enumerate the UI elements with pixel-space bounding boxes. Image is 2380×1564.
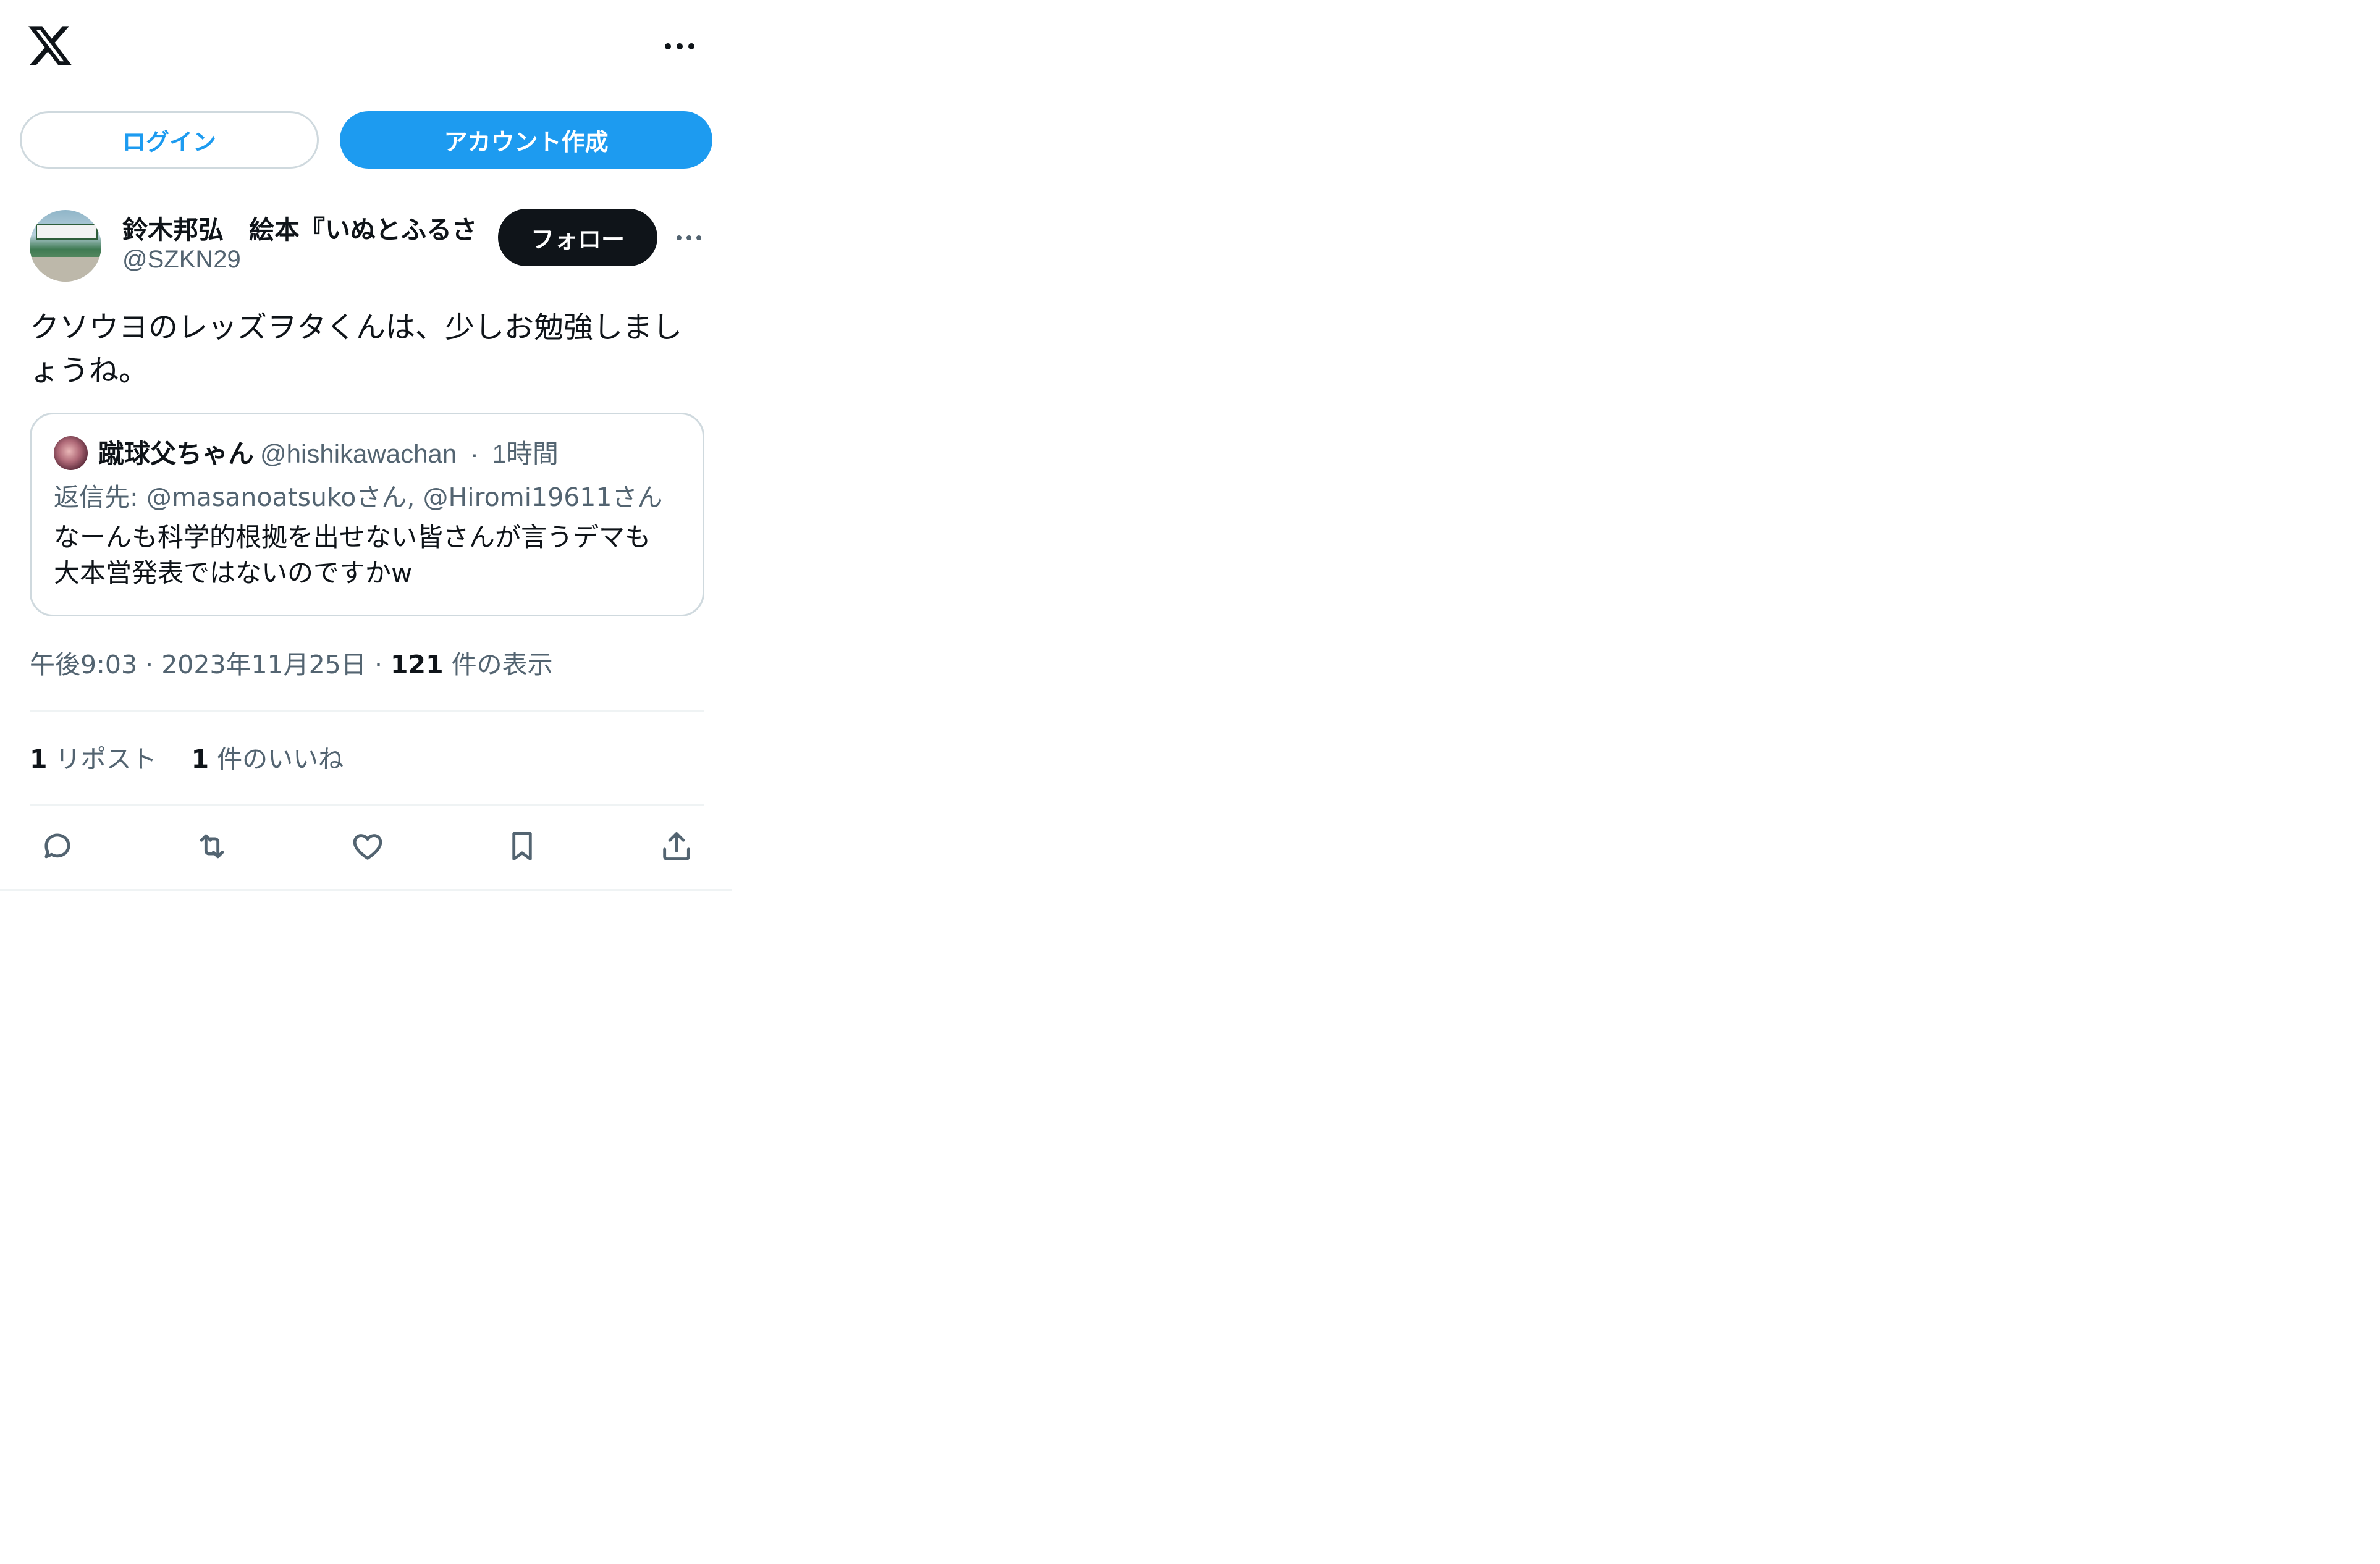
views-count: 121 bbox=[390, 650, 444, 679]
repost-icon[interactable] bbox=[190, 825, 234, 868]
likes-stat[interactable]: 1 件のいいね bbox=[192, 744, 344, 774]
views-label: 件の表示 bbox=[451, 650, 553, 679]
quoted-header: 蹴球父ちゃん @hishikawachan · 1時間 bbox=[98, 433, 559, 471]
author-name[interactable]: 鈴木邦弘 絵本『いぬとふるさ bbox=[122, 209, 487, 243]
quoted-tweet[interactable]: 蹴球父ちゃん @hishikawachan · 1時間 返信先: @masanoa… bbox=[30, 413, 704, 616]
bookmark-icon[interactable] bbox=[500, 825, 544, 868]
likes-count: 1 bbox=[191, 744, 209, 774]
likes-label: 件のいいね bbox=[217, 744, 344, 774]
like-icon[interactable] bbox=[346, 825, 389, 868]
dot bbox=[665, 43, 671, 49]
reply-icon[interactable] bbox=[36, 825, 79, 868]
x-logo-icon[interactable] bbox=[26, 22, 74, 70]
tweet-actions bbox=[30, 825, 704, 868]
reply-prefix: 返信先: bbox=[54, 482, 146, 512]
meta-separator: · bbox=[145, 650, 162, 679]
tweet-stats: 1 リポスト 1 件のいいね bbox=[30, 738, 344, 775]
tweet-meta: 午後9:03 · 2023年11月25日 · 121 件の表示 bbox=[30, 644, 553, 681]
reposts-count: 1 bbox=[30, 744, 48, 774]
quoted-time: 1時間 bbox=[492, 439, 559, 468]
reposts-label: リポスト bbox=[55, 744, 157, 774]
follow-button[interactable]: フォロー bbox=[498, 209, 657, 266]
author-handle[interactable]: @SZKN29 bbox=[122, 246, 241, 274]
tweet-text: クソウヨのレッズヲタくんは、少しお勉強しまし ょうね。 bbox=[30, 310, 683, 388]
login-button[interactable]: ログイン bbox=[20, 111, 319, 169]
divider bbox=[30, 710, 704, 712]
tweet-date[interactable]: 2023年11月25日 bbox=[161, 650, 366, 679]
meta-separator: · bbox=[374, 650, 391, 679]
divider bbox=[30, 804, 704, 806]
tweet-time[interactable]: 午後9:03 bbox=[30, 650, 137, 679]
avatar-sign bbox=[36, 224, 98, 240]
dot bbox=[677, 43, 683, 49]
dot bbox=[696, 235, 701, 240]
quoted-reply-to: 返信先: @masanoatsukoさん, @Hiromi19611さん bbox=[54, 476, 662, 513]
create-account-button[interactable]: アカウント作成 bbox=[340, 111, 712, 169]
avatar[interactable] bbox=[30, 210, 101, 282]
dot bbox=[688, 43, 694, 49]
avatar-road bbox=[30, 257, 101, 282]
tweet-more-icon[interactable] bbox=[667, 225, 711, 250]
more-options-icon[interactable] bbox=[658, 34, 701, 59]
tweet: 鈴木邦弘 絵本『いぬとふるさ @SZKN29 フォロー クソウヨのレッズヲタくん… bbox=[0, 185, 732, 891]
reposts-stat[interactable]: 1 リポスト bbox=[30, 744, 157, 774]
reply-to-users: @masanoatsukoさん, @Hiromi19611さん bbox=[146, 482, 663, 512]
share-icon[interactable] bbox=[655, 825, 698, 868]
quoted-author-name: 蹴球父ちゃん bbox=[98, 439, 255, 469]
dot bbox=[677, 235, 682, 240]
quoted-author-handle: @hishikawachan bbox=[260, 439, 457, 468]
top-bar bbox=[0, 0, 732, 99]
quoted-avatar bbox=[54, 436, 88, 470]
quoted-text: なーんも科学的根拠を出せない皆さんが言うデマも 大本営発表ではないのですかw bbox=[54, 522, 651, 588]
quoted-separator: · bbox=[463, 439, 486, 468]
dot bbox=[686, 235, 691, 240]
